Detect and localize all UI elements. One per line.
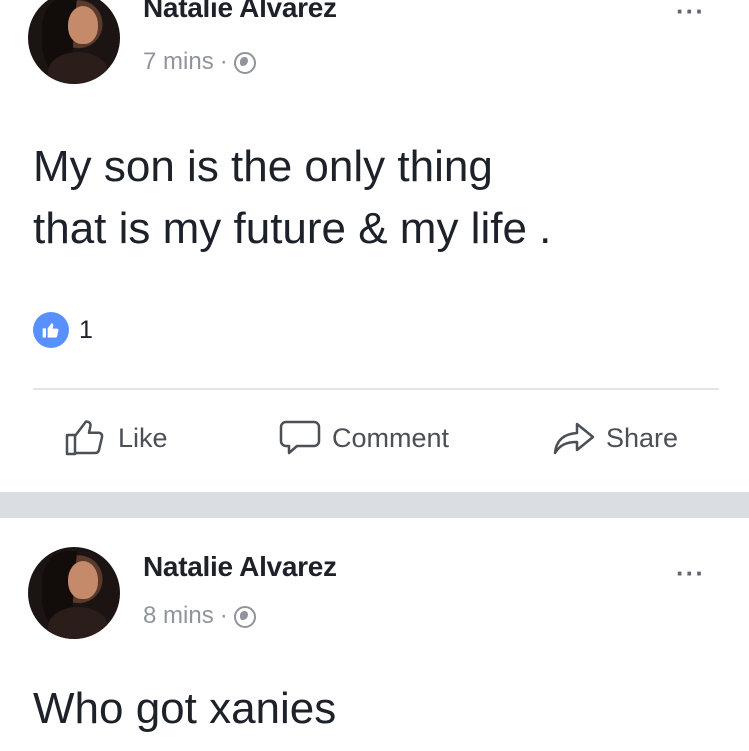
- comment-button[interactable]: Comment: [278, 418, 449, 458]
- like-reaction-icon: [33, 312, 69, 348]
- post-meta: 8 mins ·: [143, 602, 256, 630]
- feed-separator: [0, 492, 749, 518]
- post-actions: Like Comment Share: [0, 410, 749, 470]
- thumbs-up-icon: [65, 420, 104, 456]
- divider: [33, 388, 719, 390]
- globe-icon: [233, 52, 256, 74]
- post-text: Who got xanies: [33, 684, 337, 733]
- share-arrow-icon: [553, 422, 595, 455]
- post-timestamp[interactable]: 8 mins: [143, 602, 214, 630]
- author-avatar[interactable]: [28, 0, 120, 84]
- globe-icon: [233, 606, 256, 628]
- like-label: Like: [118, 422, 168, 453]
- post-2: Natalie Alvarez 8 mins · ··· Who got xan…: [0, 518, 749, 751]
- like-button[interactable]: Like: [64, 418, 168, 458]
- author-name[interactable]: Natalie Alvarez: [143, 551, 337, 583]
- post-text: My son is the only thing that is my futu…: [33, 142, 552, 253]
- share-label: Share: [606, 422, 679, 453]
- more-options-icon[interactable]: ···: [676, 0, 705, 27]
- comment-label: Comment: [332, 422, 450, 453]
- post-1: Natalie Alvarez 7 mins · ··· My son is t…: [0, 0, 749, 492]
- more-options-icon[interactable]: ···: [676, 558, 705, 589]
- share-button[interactable]: Share: [552, 418, 678, 458]
- comment-bubble-icon: [279, 420, 321, 455]
- author-name[interactable]: Natalie Alvarez: [143, 0, 337, 24]
- reaction-count: 1: [79, 315, 93, 344]
- post-meta: 7 mins ·: [143, 48, 256, 76]
- meta-dot: ·: [219, 48, 228, 75]
- author-avatar[interactable]: [28, 547, 120, 639]
- meta-dot: ·: [219, 602, 228, 629]
- post-timestamp[interactable]: 7 mins: [143, 48, 214, 76]
- reaction-summary[interactable]: 1: [33, 312, 93, 348]
